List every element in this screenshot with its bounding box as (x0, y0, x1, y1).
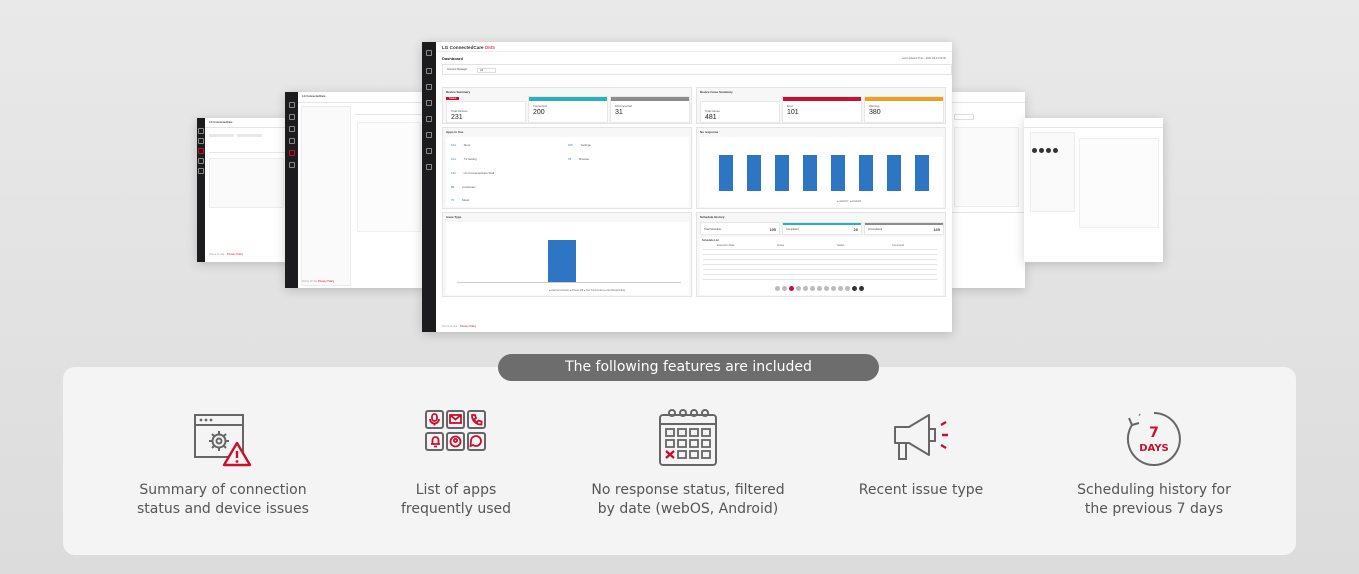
feature-caption: Summary of connection status and device i… (137, 482, 309, 517)
sidebar-rail (422, 42, 436, 332)
schedule-history-panel: Schedule History Total Schedule 195 Comp… (696, 212, 946, 297)
card-total-devices: Total Devices 231 (446, 101, 526, 123)
no-response-bar (747, 155, 761, 191)
card-total-issues: Total Issues 481 (700, 101, 780, 123)
card-disconnected: Disconnected 31 (610, 96, 690, 123)
feature-frequent-apps: List of apps frequently used (336, 403, 576, 519)
issue-type-bar (548, 240, 576, 282)
feature-caption: List of apps frequently used (400, 482, 512, 517)
feature-no-response-status: No response status, filtered by date (web… (568, 403, 808, 519)
apps-in-use-panel: Apps in Use 134 Store 124 TV Setting 120 LG… (442, 127, 692, 209)
issue-type-panel: Issue Type ● Cannot Access ● Power Off ●… (442, 212, 692, 297)
dashboard-mockups: LG ConnectedCare Terms of Use Privacy Po… (0, 0, 1359, 345)
no-response-bar (803, 155, 817, 191)
calendar-x-icon (659, 409, 717, 466)
feature-caption: Scheduling history for the previous 7 day… (1077, 482, 1231, 517)
sidebar-rail (197, 118, 205, 262)
no-response-bar (719, 155, 733, 191)
settings-warning-icon (194, 414, 252, 467)
pagination-dot[interactable] (817, 286, 822, 291)
mockup-screen-far-right (1024, 118, 1163, 262)
pagination-dot[interactable] (852, 286, 857, 291)
top-bar (436, 42, 952, 52)
feature-scheduling-history: 7 DAYS Scheduling history for the previou… (1034, 403, 1274, 519)
pagination-dot[interactable] (845, 286, 850, 291)
card-connected: Connected 200 (528, 96, 608, 123)
card-error: Error 101 (782, 96, 862, 123)
no-response-bar (775, 155, 789, 191)
features-banner: The following features are included (498, 354, 879, 381)
filter-bar: Account Manager All (442, 64, 952, 75)
mockup-screen-dashboard: LG ConnectedCare DMS Dashboard Last Upda… (422, 42, 952, 332)
no-response-panel: No response ● webOS ● Android (696, 127, 946, 209)
pagination-dot[interactable] (824, 286, 829, 291)
feature-caption: Recent issue type (858, 482, 984, 498)
pagination-dot[interactable] (796, 286, 801, 291)
badge-unit: DAYS (1139, 443, 1169, 454)
feature-caption: No response status, filtered by date (web… (591, 482, 785, 517)
pagination-dot[interactable] (838, 286, 843, 291)
account-manager-select[interactable]: All (477, 68, 496, 73)
no-response-bar (859, 155, 873, 191)
mockup-screen-left: LG ConnectedCare Terms of Use Privacy Po… (285, 92, 423, 288)
mockup-app-title: LG ConnectedCare DMS (442, 45, 496, 50)
card-warning: Warning 380 (864, 96, 944, 123)
pagination-dot[interactable] (831, 286, 836, 291)
no-response-bar (915, 155, 929, 191)
page-title: Dashboard (442, 56, 463, 61)
last-updated: Last Updated Time : 2021.03.14 00:00 (901, 57, 946, 60)
badge-number: 7 (1149, 425, 1159, 441)
device-issue-summary-panel: Device Issue Summary Total Issues 481 Er… (696, 87, 946, 124)
pagination-dot[interactable] (775, 286, 780, 291)
pagination-dot[interactable] (859, 286, 864, 291)
feature-recent-issue-type: Recent issue type (801, 403, 1041, 500)
feature-connection-summary: Summary of connection status and device i… (103, 403, 343, 519)
pagination-dot[interactable] (789, 286, 794, 291)
no-response-bar (887, 155, 901, 191)
megaphone-icon (894, 414, 948, 460)
features-panel: Summary of connection status and device i… (63, 367, 1296, 555)
pagination-dot[interactable] (803, 286, 808, 291)
seven-days-icon: 7 DAYS (1126, 412, 1181, 466)
mockup-screen-far-left: LG ConnectedCare Terms of Use Privacy Po… (197, 118, 290, 262)
mockup-screen-right (950, 92, 1025, 288)
no-response-bar (831, 155, 845, 191)
pagination-dot[interactable] (810, 286, 815, 291)
app-grid-icon (425, 410, 486, 451)
sidebar-rail (285, 92, 298, 288)
mockup-app-title: LG ConnectedCare (209, 121, 233, 124)
pagination-dot[interactable] (782, 286, 787, 291)
device-summary-panel: Device Summary Status Total Devices 231 … (442, 87, 692, 124)
